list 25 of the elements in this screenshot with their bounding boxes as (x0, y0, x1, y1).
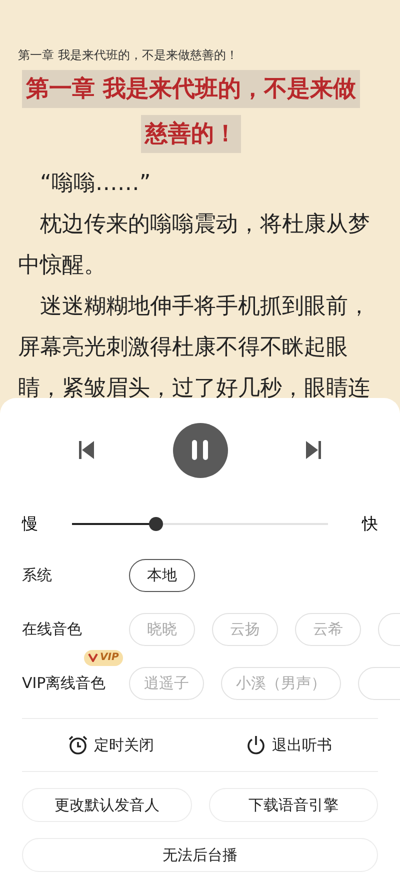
chapter-header: 第一章 我是来代班的，不是来做慈善的！ (18, 47, 239, 63)
power-icon (246, 735, 266, 755)
next-button[interactable] (305, 441, 321, 459)
chapter-title: 第一章 我是来代班的，不是来做 (22, 70, 360, 108)
option-button[interactable]: 更改默认发音人 (22, 788, 192, 822)
fast-label: 快 (362, 514, 378, 534)
paragraph: 迷迷糊糊地伸手将手机抓到眼前，屏幕亮光刺激得杜康不得不眯起眼睛，紧皱眉头，过了好几秒，眼睛连 (18, 293, 371, 403)
exit-button[interactable]: 退出听书 (200, 719, 378, 771)
pause-icon (190, 439, 210, 461)
slow-label: 慢 (22, 514, 39, 534)
voice-group-label: VIP离线音色 (22, 674, 106, 692)
option-button[interactable]: 下载语音引擎 (208, 788, 378, 822)
paragraph: 枕边传来的嗡嗡震动，将杜康从梦中惊醒。 (18, 211, 371, 280)
voice-chip[interactable]: 本地 (129, 558, 195, 592)
slider-thumb[interactable] (149, 517, 164, 531)
previous-button[interactable] (79, 441, 95, 459)
paragraph: “嗡嗡……” (39, 170, 152, 198)
speed-slider[interactable] (72, 517, 328, 531)
voice-group-label: 系统 (22, 566, 52, 584)
timer-button[interactable]: 定时关闭 (22, 719, 200, 771)
chapter-title: 慈善的！ (141, 115, 241, 153)
voice-group-label: 在线音色 (22, 620, 82, 638)
alarm-clock-icon (68, 735, 88, 755)
option-button[interactable]: 无法后台播 (22, 838, 378, 872)
vip-badge: VIP (84, 650, 123, 666)
